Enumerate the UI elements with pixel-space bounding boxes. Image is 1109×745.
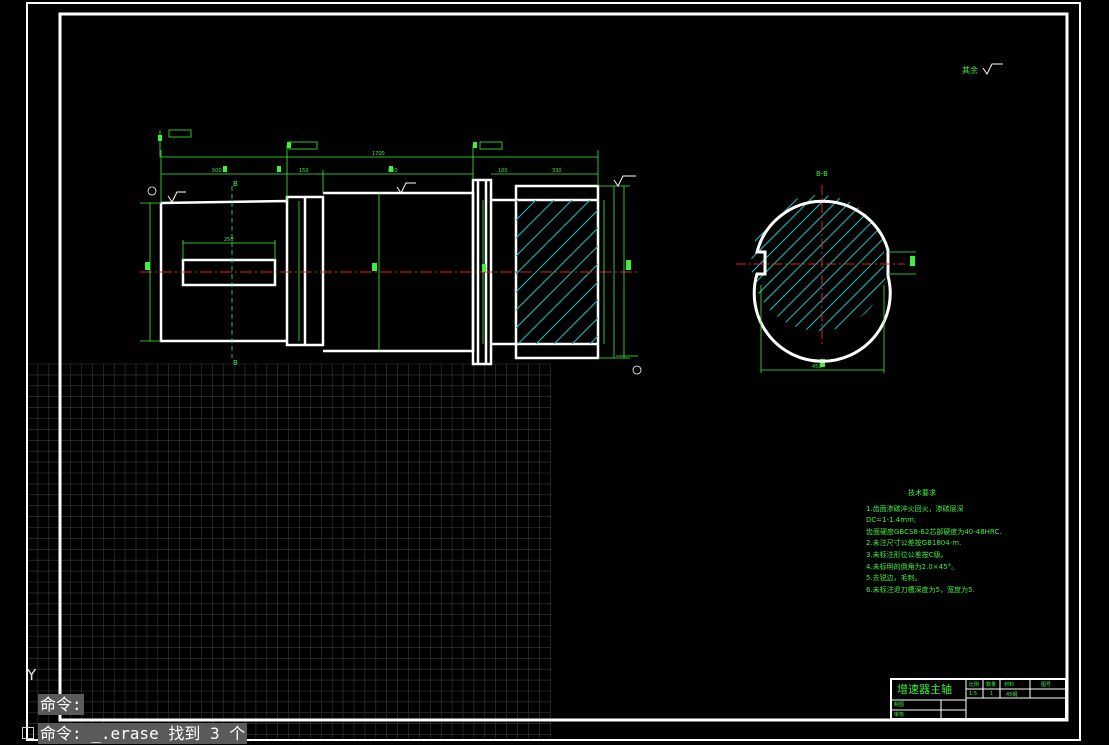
ucs-y-axis-label: Y — [27, 666, 37, 684]
svg-text:1700: 1700 — [372, 151, 385, 157]
material-value: 45钢 — [1006, 692, 1018, 698]
hatch-line — [517, 263, 598, 344]
hatch-line — [823, 195, 886, 331]
hatch-line — [751, 195, 886, 331]
svg-text:330: 330 — [552, 168, 562, 174]
command-history-line: 命令: _.erase 找到 3 个 — [38, 723, 248, 744]
tech-item: 1.齿面渗碳淬火回火，渗碳层深 — [866, 504, 964, 513]
hatch-line — [589, 335, 598, 344]
roughness-symbols — [167, 63, 1003, 203]
svg-text:250: 250 — [224, 237, 234, 243]
hatch-line — [751, 195, 793, 331]
background-grid — [26, 363, 551, 740]
hatch-line — [894, 190, 1044, 340]
inner-frame-border — [58, 12, 1069, 722]
tech-item: 4.未标明的倒角为2.0×45°。 — [866, 562, 959, 571]
section-bb-view[interactable]: 450 — [600, 185, 1044, 373]
part-name: 增速器主轴 — [897, 683, 952, 696]
tech-item: 5.去锐边，毛刺。 — [866, 574, 922, 583]
tech-item: 齿面硬度GBCS8-62芯部硬度为40-48HRC. — [866, 527, 1002, 536]
hatch-line — [879, 195, 886, 331]
drawn-by-label: 制图 — [894, 702, 905, 708]
ucs-icon — [22, 727, 34, 739]
hatch-line — [781, 195, 886, 331]
roughness-note-text: 其余 — [962, 66, 978, 75]
cut-label-bottom: B — [233, 359, 238, 367]
gdt-frames — [147, 129, 642, 375]
gear-hatching — [516, 200, 598, 344]
hatch-line — [751, 195, 877, 331]
hatch-line — [535, 281, 598, 344]
hatch-line — [767, 195, 886, 331]
hatch-line — [751, 195, 849, 331]
hatch-line — [753, 195, 886, 331]
scale-value: 1:5 — [969, 691, 978, 697]
hatch-line — [795, 195, 886, 331]
hatch-line — [751, 195, 765, 331]
svg-text:500: 500 — [212, 168, 222, 174]
checked-by-label: 审核 — [894, 712, 905, 718]
tech-item: 3.未标注形位公差按C级。 — [866, 550, 948, 559]
hatch-line — [751, 195, 779, 331]
technical-requirements: 技术要求 1.齿面渗碳淬火回火，渗碳层深 DC=1-1.4mm, 齿面硬度GBC… — [866, 488, 1066, 596]
hatch-line — [571, 317, 598, 344]
section-label: B-B — [816, 170, 828, 178]
qty-header: 数量 — [986, 682, 997, 688]
tech-item: 2.未注尺寸公差按GB1804-m. — [866, 539, 962, 548]
other-roughness-note: 其余 — [962, 65, 978, 76]
hatch-line — [516, 200, 519, 203]
tech-item: 6.未标注退刀槽深度为5，宽度为5. — [866, 585, 975, 594]
hatch-line — [516, 200, 591, 275]
drawing-no-header: 图号 — [1041, 682, 1052, 688]
title-block: 增速器主轴 制图 审核 比例 数量 材料 图号 1:5 1 45钢 — [891, 679, 1066, 719]
command-prompt[interactable]: 命令: — [38, 694, 84, 715]
svg-text:450: 450 — [812, 364, 822, 370]
scale-header: 比例 — [969, 682, 980, 688]
qty-value: 1 — [990, 691, 994, 697]
material-header: 材料 — [1004, 682, 1015, 688]
tech-item: DC=1-1.4mm, — [866, 516, 917, 525]
hatch-line — [516, 200, 537, 221]
hatch-line — [751, 195, 821, 331]
cut-label-top: B — [233, 180, 238, 188]
svg-text:150: 150 — [299, 168, 309, 174]
drawing-canvas[interactable]: 1700 500 150 600 100 330 250 B B — [0, 0, 1109, 745]
tech-requirements-title: 技术要求 — [908, 489, 936, 497]
svg-text:100: 100 — [498, 168, 508, 174]
hatch-line — [516, 227, 598, 311]
hatch-line — [600, 190, 750, 340]
hatch-line — [851, 195, 886, 331]
hatch-line — [516, 200, 573, 257]
outer-sheet-border — [26, 2, 1081, 741]
dimension-texts: 1700 500 150 600 100 330 250 — [212, 151, 562, 243]
